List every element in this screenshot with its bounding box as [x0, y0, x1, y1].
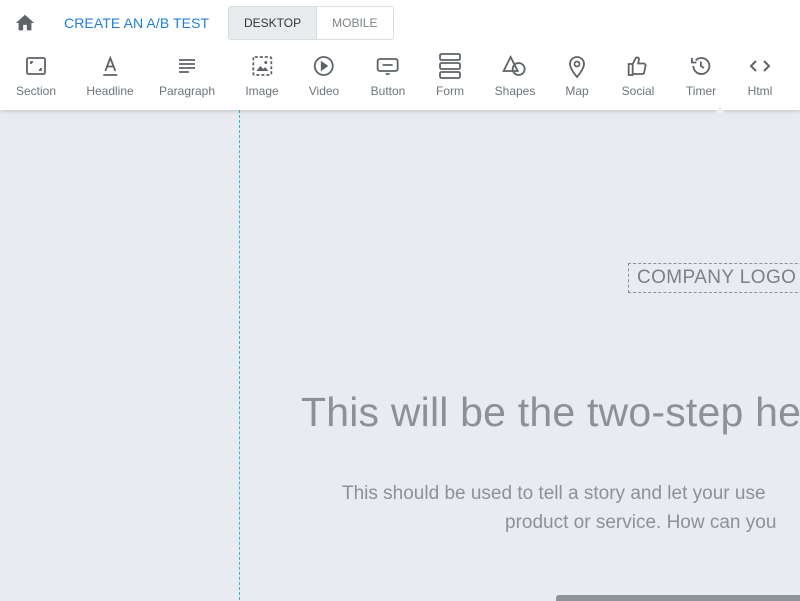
tool-label: Map: [565, 84, 589, 98]
social-icon: [628, 56, 647, 76]
top-toolbar: CREATE AN A/B TEST DESKTOP MOBILE Sectio…: [0, 0, 800, 110]
tool-label: Form: [436, 84, 464, 98]
tool-button[interactable]: Button: [370, 52, 406, 102]
tool-html[interactable]: Html: [747, 52, 773, 102]
tool-video[interactable]: Video: [309, 52, 339, 102]
tool-headline[interactable]: Headline: [86, 52, 134, 102]
image-icon: [252, 56, 272, 76]
shapes-icon: [502, 54, 526, 76]
active-tool-pointer: [712, 107, 728, 115]
column-guide-line: [239, 110, 240, 600]
tool-form[interactable]: Form: [436, 52, 464, 102]
home-icon: [15, 14, 35, 31]
html-icon: [749, 60, 771, 72]
timer-icon: [691, 57, 711, 75]
tool-social[interactable]: Social: [621, 52, 655, 102]
headline-icon: [103, 55, 117, 76]
tool-label: Headline: [86, 84, 134, 98]
tool-label: Video: [308, 84, 340, 98]
page-subtext-line-1[interactable]: This should be used to tell a story and …: [342, 483, 766, 505]
section-icon: [26, 57, 46, 75]
map-icon: [569, 56, 585, 79]
page-subtext-line-2[interactable]: product or service. How can you: [505, 512, 776, 534]
tool-label: Button: [370, 84, 406, 98]
tool-timer[interactable]: Timer: [686, 52, 716, 102]
tool-label: Shapes: [494, 84, 536, 98]
video-icon: [314, 56, 334, 76]
home-button[interactable]: [14, 12, 36, 34]
mobile-view-button[interactable]: MOBILE: [317, 7, 393, 39]
form-icon: [439, 53, 461, 79]
tool-label: Section: [15, 84, 57, 98]
desktop-view-button[interactable]: DESKTOP: [229, 7, 318, 39]
view-mode-toggle: DESKTOP MOBILE: [228, 6, 394, 40]
create-ab-test-link[interactable]: CREATE AN A/B TEST: [64, 15, 209, 31]
button-icon: [377, 58, 399, 75]
tool-map[interactable]: Map: [564, 52, 590, 102]
editor-canvas: COMPANY LOGO This will be the two-step h…: [0, 110, 800, 601]
tool-shapes[interactable]: Shapes: [494, 52, 536, 102]
tool-paragraph[interactable]: Paragraph: [159, 52, 215, 102]
cta-button-top-edge[interactable]: [556, 595, 800, 601]
tool-label: Timer: [685, 84, 717, 98]
tool-label: Social: [621, 84, 655, 98]
page-headline[interactable]: This will be the two-step hea: [301, 389, 800, 436]
tool-section[interactable]: Section: [16, 52, 56, 102]
tool-label: Html: [747, 84, 773, 98]
company-logo-placeholder[interactable]: COMPANY LOGO: [628, 263, 800, 293]
tool-image[interactable]: Image: [245, 52, 279, 102]
tool-label: Image: [245, 84, 279, 98]
paragraph-icon: [178, 59, 195, 73]
tool-label: Paragraph: [158, 84, 216, 98]
